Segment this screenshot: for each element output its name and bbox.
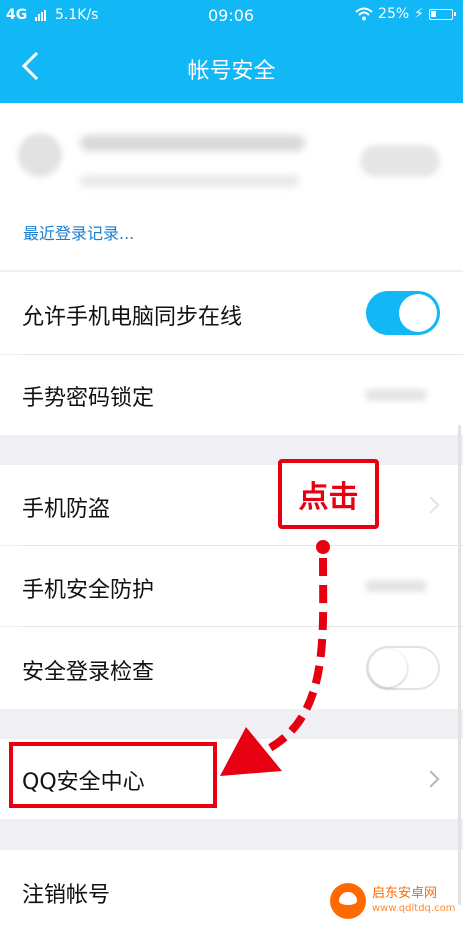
brand-logo-icon (330, 883, 366, 919)
dashed-arrow-icon (220, 540, 330, 776)
watermark: 启东安卓网 www.qdltdq.com (330, 883, 455, 919)
watermark-url: www.qdltdq.com (372, 903, 456, 914)
watermark-brand: 启东安卓网 (372, 886, 438, 901)
